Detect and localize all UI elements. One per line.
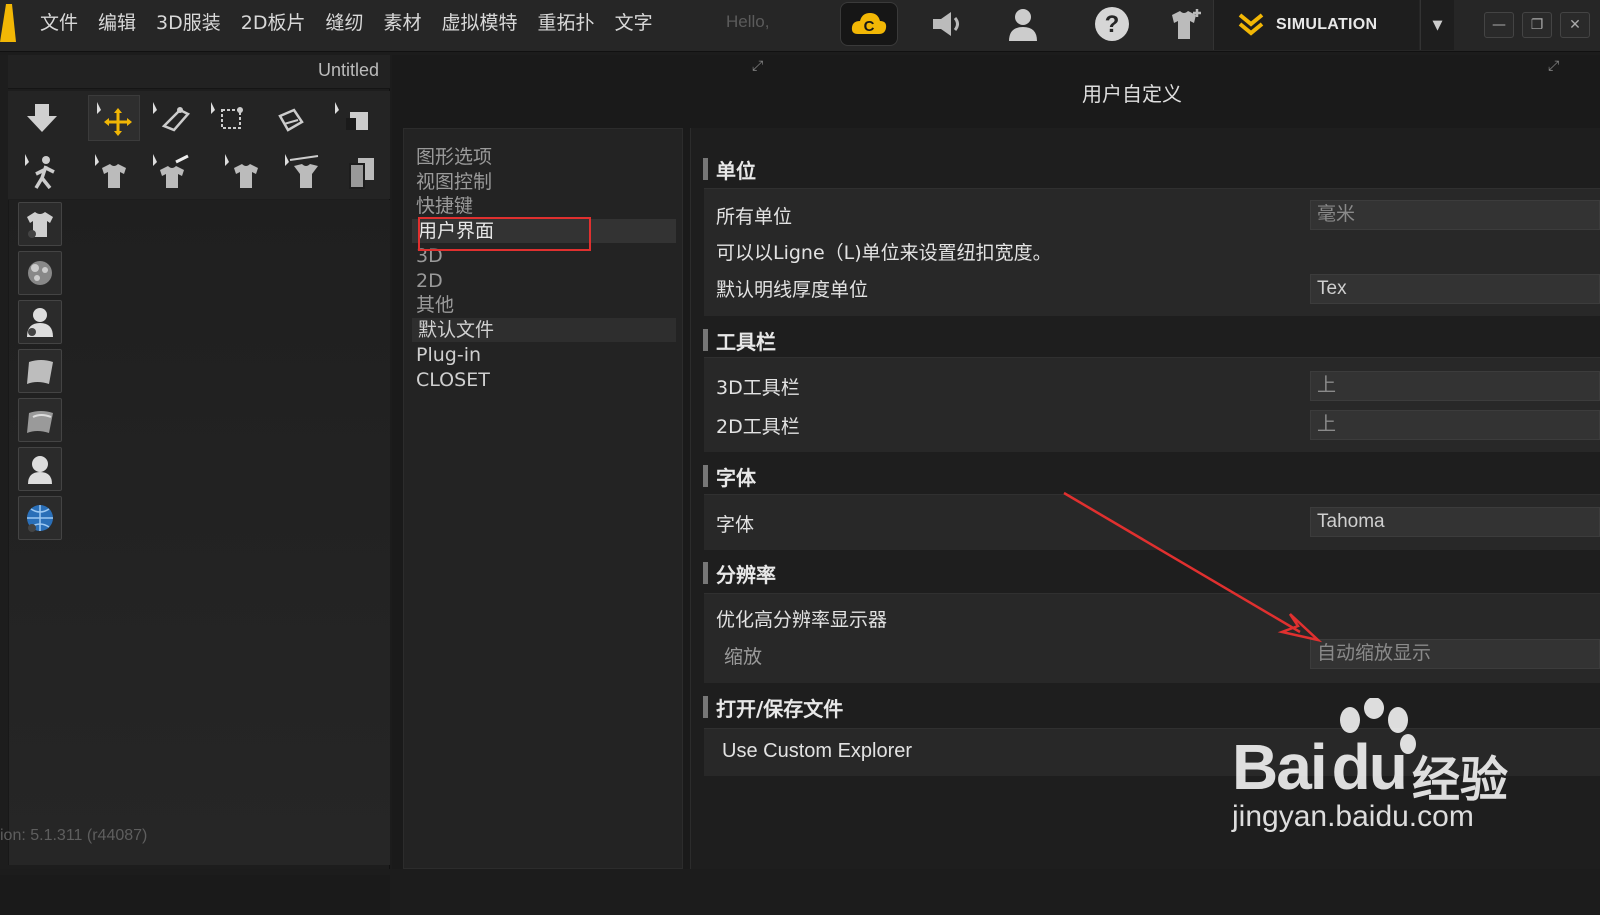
version-text: ion: 5.1.311 (r44087) [0, 827, 148, 844]
simulation-dropdown-icon[interactable]: ▼ [1420, 0, 1454, 50]
toolbar-2d-select[interactable]: 上 [1310, 410, 1600, 440]
font-select[interactable]: Tahoma [1310, 507, 1600, 537]
category-shortcuts[interactable]: 快捷键 [416, 194, 674, 218]
section-units-header: 单位 [703, 156, 756, 183]
menubar: 文件 编辑 3D服装 2D板片 缝纫 素材 虚拟模特 重拓扑 文字 Hello,… [0, 0, 1600, 52]
cloud-icon: C [851, 13, 887, 35]
show-avatar-icon[interactable] [18, 300, 62, 344]
minimize-icon[interactable]: — [1484, 12, 1514, 38]
help-icon[interactable]: ? [1092, 6, 1132, 42]
category-3d[interactable]: 3D [416, 244, 674, 268]
optimize-hidpi-label: 优化高分辨率显示器 [716, 609, 888, 631]
section-toolbar-title: 工具栏 [716, 329, 776, 354]
show-garment-icon[interactable] [18, 202, 62, 246]
status-bar [0, 875, 390, 915]
category-list: 图形选项 视图控制 快捷键 用户界面 3D 2D 其他 默认文件 Plug-in… [403, 128, 683, 869]
drop-down-arrow-icon[interactable] [16, 95, 68, 141]
hello-user-text: Hello, [726, 12, 770, 31]
section-font-header: 字体 [703, 463, 756, 490]
fold-arrangement-icon[interactable] [328, 95, 380, 141]
section-resolution-header: 分辨率 [703, 560, 776, 587]
category-2d[interactable]: 2D [416, 269, 674, 293]
restore-icon[interactable]: ❐ [1522, 12, 1552, 38]
svg-text:?: ? [1105, 11, 1120, 38]
ligne-note: 可以以Ligne（L)单位来设置纽扣宽度。 [716, 242, 1052, 264]
3d-viewport[interactable] [8, 200, 390, 865]
menu-file[interactable]: 文件 [30, 0, 88, 46]
speaker-icon[interactable] [928, 6, 968, 42]
menu-materials[interactable]: 素材 [374, 0, 432, 46]
category-plugin[interactable]: Plug-in [416, 343, 674, 367]
3d-toolbar [8, 91, 390, 199]
dialog-title: 用户自定义 [1082, 82, 1182, 106]
watermark-url: jingyan.baidu.com [1232, 800, 1474, 833]
edit-pattern-3d-icon[interactable] [262, 95, 314, 141]
section-file-header: 打开/保存文件 [703, 694, 844, 721]
category-graphics[interactable]: 图形选项 [416, 145, 674, 169]
main-menu: 文件 编辑 3D服装 2D板片 缝纫 素材 虚拟模特 重拓扑 文字 [30, 0, 663, 46]
transform-tool-icon[interactable] [204, 95, 256, 141]
garment-layer-icon[interactable] [334, 149, 386, 195]
watermark-brand: Baidu [1232, 731, 1408, 803]
show-texture-icon[interactable] [18, 398, 62, 442]
simulation-toggle[interactable]: SIMULATION [1213, 0, 1419, 50]
show-points-icon[interactable] [18, 251, 62, 295]
toolbar-3d-select[interactable]: 上 [1310, 371, 1600, 401]
menu-text[interactable]: 文字 [605, 0, 663, 46]
all-units-select[interactable]: 毫米 [1310, 200, 1600, 230]
section-toolbar-header: 工具栏 [703, 327, 776, 354]
menu-edit[interactable]: 编辑 [88, 0, 146, 46]
close-icon[interactable]: ✕ [1560, 12, 1590, 38]
category-other[interactable]: 其他 [416, 293, 674, 317]
menu-avatar[interactable]: 虚拟模特 [432, 0, 528, 46]
add-garment-icon[interactable] [1164, 6, 1204, 42]
thread-unit-select[interactable]: Tex [1310, 274, 1600, 304]
section-resolution-title: 分辨率 [716, 562, 776, 587]
garment-tack-icon[interactable] [218, 149, 270, 195]
menu-2d-pattern[interactable]: 2D板片 [231, 0, 316, 46]
menu-retopology[interactable]: 重拓扑 [528, 0, 605, 46]
avatar-silhouette-icon[interactable] [18, 447, 62, 491]
avatar-pose-icon[interactable] [16, 149, 68, 195]
svg-text:C: C [864, 18, 875, 35]
move-tool-icon[interactable] [88, 95, 140, 141]
garment-pin-icon[interactable] [88, 149, 140, 195]
3d-window: Untitled [0, 55, 390, 915]
menu-3d-garment[interactable]: 3D服装 [146, 0, 231, 46]
category-user-interface[interactable]: 用户界面 [412, 219, 676, 243]
expand-window-icon[interactable]: ⤢ [752, 58, 763, 74]
toolbar-3d-label: 3D工具栏 [716, 377, 800, 399]
simulation-chevron-icon [1238, 13, 1264, 36]
user-account-icon[interactable] [1003, 6, 1043, 42]
all-units-label: 所有单位 [716, 206, 793, 228]
garment-brush-icon[interactable] [146, 149, 198, 195]
custom-explorer-label[interactable]: Use Custom Explorer [722, 740, 912, 763]
category-view-control[interactable]: 视图控制 [416, 170, 674, 194]
show-fabric-icon[interactable] [18, 349, 62, 393]
thread-unit-label: 默认明线厚度单位 [716, 279, 869, 301]
zoom-select[interactable]: 自动缩放显示 [1310, 639, 1600, 669]
section-font-title: 字体 [716, 465, 756, 490]
font-label: 字体 [716, 514, 755, 536]
garment-fit-icon[interactable] [278, 149, 330, 195]
section-units-title: 单位 [716, 158, 756, 183]
show-environment-icon[interactable] [18, 496, 62, 540]
app-logo-icon [0, 4, 16, 42]
menu-sewing[interactable]: 缝纫 [316, 0, 374, 46]
3d-window-title: Untitled [318, 60, 380, 80]
section-file-title: 打开/保存文件 [716, 696, 844, 721]
select-mesh-tool-icon[interactable] [146, 95, 198, 141]
expand-2d-window-icon[interactable]: ⤢ [1548, 58, 1559, 74]
3d-window-header: Untitled [8, 55, 390, 89]
simulation-label: SIMULATION [1276, 16, 1378, 33]
toolbar-2d-label: 2D工具栏 [716, 416, 800, 438]
zoom-label: 缩放 [724, 646, 763, 668]
category-closet[interactable]: CLOSET [416, 368, 674, 392]
3d-side-toolbar [18, 202, 64, 545]
cloud-button[interactable]: C [840, 2, 898, 46]
category-default-files[interactable]: 默认文件 [412, 318, 676, 342]
